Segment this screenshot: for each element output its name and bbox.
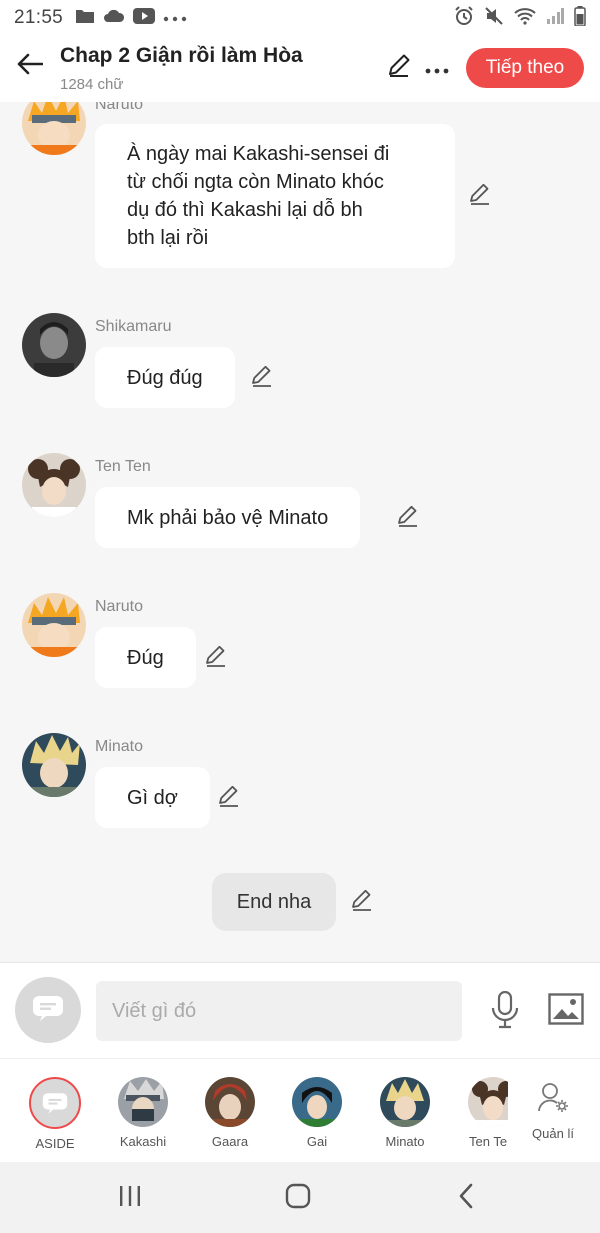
aside-message-bubble[interactable]: End nha bbox=[212, 873, 336, 931]
character-gaara[interactable]: Gaara bbox=[190, 1077, 270, 1149]
pencil-icon bbox=[386, 52, 412, 83]
manage-label: Quản lí bbox=[532, 1126, 574, 1141]
pencil-icon bbox=[217, 784, 241, 813]
youtube-icon bbox=[133, 7, 156, 29]
edit-message-button[interactable] bbox=[215, 784, 243, 812]
app-header: Chap 2 Giận rồi làm Hòa 1284 chữ Tiếp th… bbox=[0, 36, 600, 102]
message-text: Đúg bbox=[127, 646, 164, 669]
home-icon bbox=[285, 1183, 311, 1214]
folder-icon bbox=[75, 8, 95, 29]
home-button[interactable] bbox=[278, 1180, 318, 1216]
edit-message-button[interactable] bbox=[248, 364, 276, 392]
next-button[interactable]: Tiếp theo bbox=[466, 48, 584, 88]
avatar-naruto[interactable] bbox=[22, 102, 86, 155]
message-bubble[interactable]: Đúg đúg bbox=[95, 347, 235, 408]
message-text: Mk phải bảo vệ Minato bbox=[127, 506, 329, 529]
message-text: End nha bbox=[236, 890, 312, 913]
status-left-icons bbox=[75, 7, 187, 29]
edit-message-button[interactable] bbox=[394, 504, 422, 532]
system-nav-bar bbox=[0, 1162, 600, 1233]
avatar-ten-ten[interactable] bbox=[22, 453, 86, 517]
pencil-icon bbox=[468, 182, 492, 211]
character-label: Ten Te bbox=[469, 1134, 508, 1149]
character-label: ASIDE bbox=[35, 1136, 75, 1151]
message-input[interactable] bbox=[96, 981, 462, 1041]
edit-message-button[interactable] bbox=[466, 182, 494, 210]
message-bubble[interactable]: Mk phải bảo vệ Minato bbox=[95, 487, 361, 548]
avatar-minato bbox=[380, 1077, 430, 1127]
avatar-naruto[interactable] bbox=[22, 593, 86, 657]
aside-icon bbox=[32, 995, 64, 1026]
aside-avatar bbox=[29, 1077, 81, 1129]
message-text: Đúg đúg bbox=[127, 366, 203, 389]
speaker-name: Ten Ten bbox=[95, 458, 151, 475]
more-options-button[interactable] bbox=[422, 52, 452, 82]
character-label: Gai bbox=[306, 1134, 328, 1149]
image-icon bbox=[548, 992, 584, 1030]
edit-message-button[interactable] bbox=[202, 644, 230, 672]
message-line: dụ đó thì Kakashi lại dỗ bh bbox=[127, 199, 363, 221]
edit-title-button[interactable] bbox=[384, 52, 414, 82]
manage-characters-button[interactable]: Quản lí bbox=[522, 1081, 584, 1141]
message-line: bth lại rồi bbox=[127, 227, 209, 249]
chat-area[interactable]: Naruto À ngày mai Kakashi-sensei đi từ c… bbox=[0, 102, 600, 962]
message-text: Gì dợ bbox=[127, 786, 178, 809]
user-settings-icon bbox=[537, 1081, 569, 1118]
back-icon bbox=[458, 1183, 474, 1214]
voice-input-button[interactable] bbox=[486, 989, 524, 1035]
character-label: Kakashi bbox=[119, 1134, 167, 1149]
signal-icon bbox=[546, 7, 564, 29]
character-label: Gaara bbox=[211, 1134, 249, 1149]
battery-icon bbox=[574, 5, 586, 31]
pencil-icon bbox=[350, 888, 374, 917]
message-bubble[interactable]: À ngày mai Kakashi-sensei đi từ chối ngt… bbox=[95, 124, 455, 268]
message-bubble[interactable]: Gì dợ bbox=[95, 767, 210, 828]
wifi-icon bbox=[514, 7, 536, 30]
recent-apps-icon bbox=[118, 1185, 142, 1212]
avatar-gaara bbox=[205, 1077, 255, 1127]
character-bar: ASIDE Kakashi Gaara Gai Minato Ten Te Qu… bbox=[0, 1058, 600, 1162]
character-minato[interactable]: Minato bbox=[365, 1077, 445, 1149]
pencil-icon bbox=[204, 644, 228, 673]
character-label: Minato bbox=[385, 1134, 425, 1149]
composer bbox=[0, 962, 600, 1058]
pencil-icon bbox=[250, 364, 274, 393]
character-gai[interactable]: Gai bbox=[277, 1077, 357, 1149]
aside-toggle-button[interactable] bbox=[15, 977, 81, 1043]
word-count: 1284 chữ bbox=[60, 76, 124, 93]
speaker-name: Naruto bbox=[95, 598, 144, 615]
recent-apps-button[interactable] bbox=[110, 1180, 150, 1216]
status-bar: 21:55 bbox=[0, 0, 600, 36]
avatar-gai bbox=[292, 1077, 342, 1127]
status-time: 21:55 bbox=[14, 7, 64, 28]
back-nav-button[interactable] bbox=[446, 1180, 486, 1216]
insert-image-button[interactable] bbox=[547, 991, 585, 1031]
edit-message-button[interactable] bbox=[348, 888, 376, 916]
character-kakashi[interactable]: Kakashi bbox=[103, 1077, 183, 1149]
more-dots-icon bbox=[163, 9, 187, 27]
more-dots-icon bbox=[425, 54, 449, 80]
message-line: À ngày mai Kakashi-sensei đi bbox=[127, 143, 390, 165]
avatar-shikamaru[interactable] bbox=[22, 313, 86, 377]
cloud-icon bbox=[103, 9, 125, 28]
character-aside[interactable]: ASIDE bbox=[15, 1077, 95, 1151]
message-line: từ chối ngta còn Minato khóc bbox=[127, 171, 384, 193]
speaker-name: Minato bbox=[95, 738, 144, 755]
character-ten-ten[interactable]: Ten Te bbox=[446, 1077, 508, 1149]
chapter-title: Chap 2 Giận rồi làm Hòa bbox=[60, 44, 303, 67]
avatar-kakashi bbox=[118, 1077, 168, 1127]
microphone-icon bbox=[490, 990, 520, 1034]
avatar-minato[interactable] bbox=[22, 733, 86, 797]
speaker-name: Naruto bbox=[95, 102, 144, 113]
mute-icon bbox=[484, 6, 504, 31]
alarm-icon bbox=[454, 5, 474, 31]
avatar-ten-ten bbox=[468, 1077, 508, 1127]
speaker-name: Shikamaru bbox=[95, 318, 172, 335]
message-bubble[interactable]: Đúg bbox=[95, 627, 196, 688]
back-button[interactable] bbox=[14, 50, 46, 82]
status-right-icons bbox=[454, 5, 586, 31]
pencil-icon bbox=[396, 504, 420, 533]
arrow-left-icon bbox=[17, 53, 44, 80]
